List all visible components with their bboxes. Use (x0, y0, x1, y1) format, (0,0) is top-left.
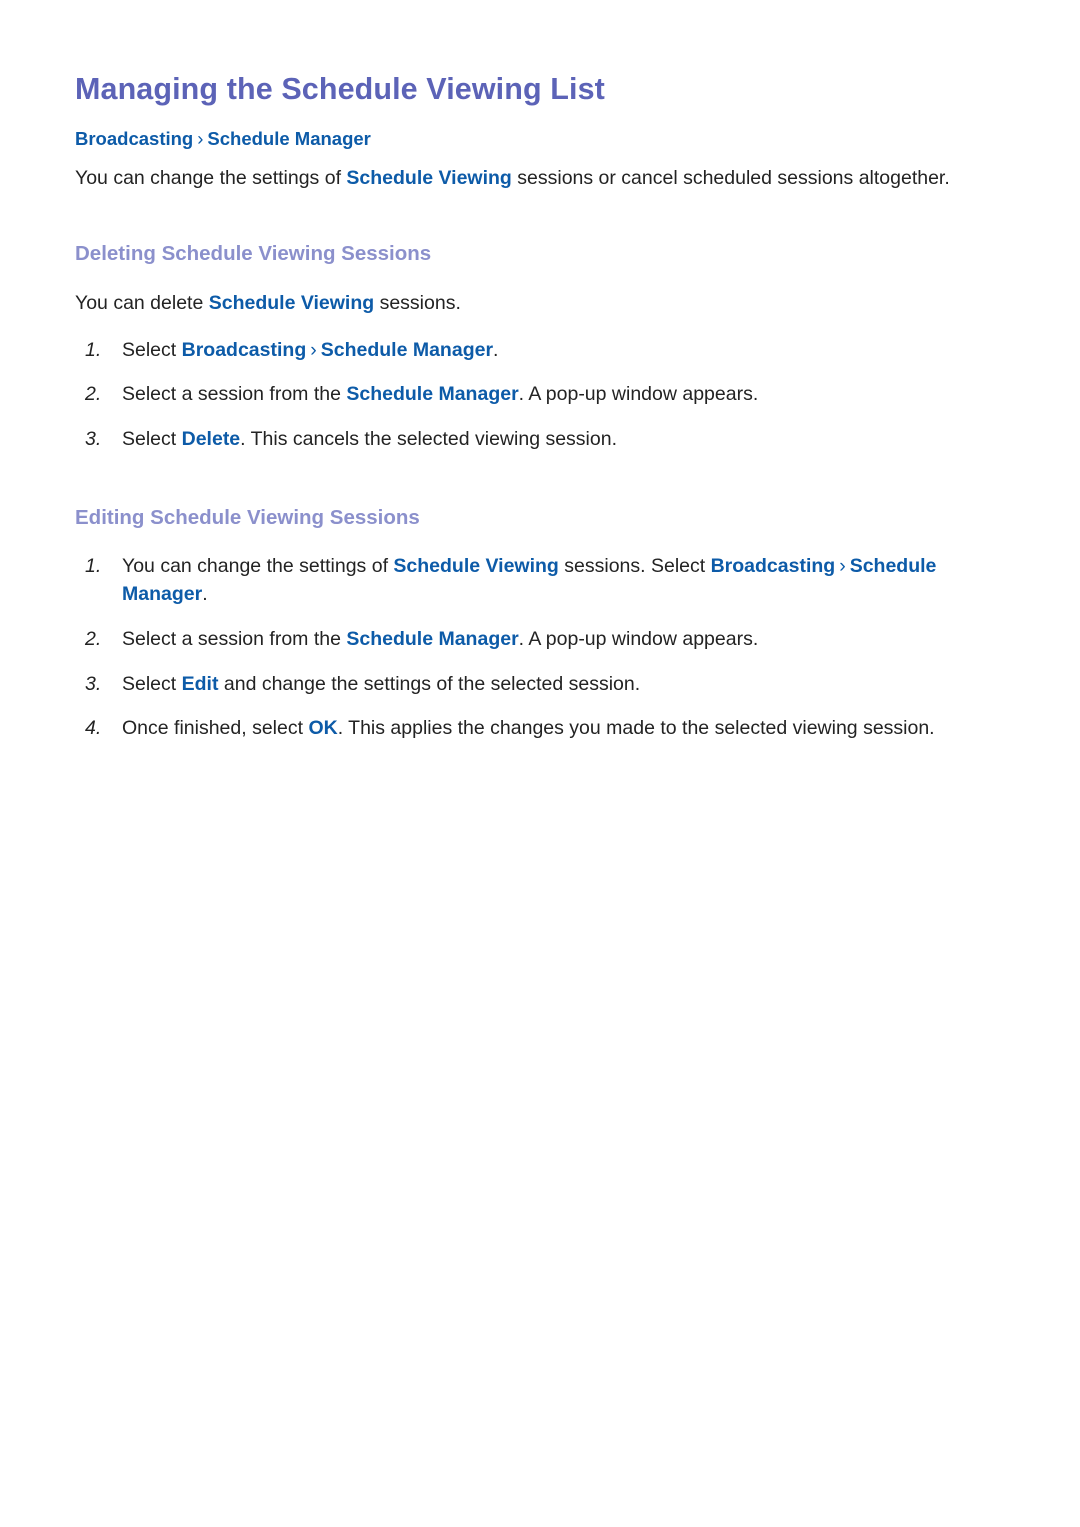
inline-text: . (493, 338, 499, 361)
inline-text: and change the settings of the selected … (218, 672, 641, 695)
list-item-text: Select a session from the Schedule Manag… (122, 626, 985, 654)
chevron-right-icon: › (310, 338, 317, 361)
list-item-number: 1. (85, 555, 102, 578)
inline-text: . (202, 583, 208, 606)
list-item-text: Select Broadcasting › Schedule Manager. (122, 337, 985, 365)
numbered-step-list: 1. Select Broadcasting › Schedule Manager. 2… (75, 337, 985, 454)
intro-text-before: You can change the settings of (75, 167, 347, 190)
inline-link[interactable]: Broadcasting (711, 555, 836, 577)
list-item-number: 2. (85, 627, 102, 650)
breadcrumb: Broadcasting › Schedule Manager (75, 127, 985, 151)
inline-link[interactable]: Schedule Manager (346, 383, 518, 405)
inline-text: Select (122, 428, 182, 451)
section-intro-link[interactable]: Schedule Viewing (209, 292, 374, 314)
intro-text-after: sessions or cancel scheduled sessions al… (511, 167, 950, 190)
list-item: 3. Select Edit and change the settings of… (75, 671, 985, 699)
inline-link[interactable]: Delete (182, 428, 241, 450)
list-item: 2. Select a session from the Schedule Man… (75, 381, 985, 409)
list-item: 2. Select a session from the Schedule Man… (75, 626, 985, 654)
inline-text: You can change the settings of (122, 555, 394, 578)
section-heading: Editing Schedule Viewing Sessions (75, 505, 420, 529)
inline-text: Select (122, 338, 182, 361)
sections-container: Deleting Schedule Viewing Sessions You ca… (75, 241, 985, 743)
breadcrumb-item-schedule-manager[interactable]: Schedule Manager (207, 128, 370, 149)
list-item: 1. You can change the settings of Schedul… (75, 553, 985, 608)
inline-link[interactable]: Schedule Manager (321, 339, 493, 361)
list-item-text: Select Delete. This cancels the selected… (122, 426, 985, 454)
section-intro-paragraph: You can delete Schedule Viewing sessions… (75, 290, 985, 318)
list-item-number: 1. (85, 338, 102, 361)
chevron-right-icon: › (839, 555, 846, 578)
list-item-text: Once finished, select OK. This applies t… (122, 715, 985, 743)
chevron-right-icon: › (197, 128, 204, 150)
breadcrumb-item-broadcasting[interactable]: Broadcasting (75, 128, 193, 149)
list-item-number: 4. (85, 717, 102, 740)
inline-text: Select a session from the (122, 383, 347, 406)
list-item-text: Select a session from the Schedule Manag… (122, 381, 985, 409)
intro-link-schedule-viewing[interactable]: Schedule Viewing (346, 167, 511, 189)
inline-text: Select a session from the (122, 627, 347, 650)
list-item-number: 3. (85, 428, 102, 451)
numbered-step-list: 1. You can change the settings of Schedul… (75, 553, 985, 742)
inline-text: . This applies the changes you made to t… (337, 717, 935, 740)
inline-text: sessions. Select (558, 555, 711, 578)
inline-link[interactable]: Schedule Manager (346, 628, 518, 650)
list-item-number: 3. (85, 672, 102, 695)
inline-text: Select (122, 672, 182, 695)
list-item: 3. Select Delete. This cancels the select… (75, 426, 985, 454)
section-intro-text-before: You can delete (75, 291, 209, 314)
inline-text: Once finished, select (122, 717, 309, 740)
inline-link[interactable]: Edit (182, 673, 219, 695)
list-item-number: 2. (85, 383, 102, 406)
list-item: 1. Select Broadcasting › Schedule Manager. (75, 337, 985, 365)
list-item: 4. Once finished, select OK. This applies… (75, 715, 985, 743)
inline-text: . A pop-up window appears. (518, 383, 759, 406)
inline-link[interactable]: OK (308, 717, 337, 739)
inline-link[interactable]: Broadcasting (182, 339, 307, 361)
list-item-text: You can change the settings of Schedule … (122, 553, 985, 608)
document-page: Managing the Schedule Viewing List Broad… (0, 0, 1080, 1527)
list-item-text: Select Edit and change the settings of t… (122, 671, 985, 699)
inline-link[interactable]: Schedule Viewing (393, 555, 558, 577)
inline-text: . A pop-up window appears. (518, 627, 759, 650)
section-heading: Deleting Schedule Viewing Sessions (75, 241, 432, 265)
document-content: Managing the Schedule Viewing List Broad… (75, 0, 985, 743)
page-title: Managing the Schedule Viewing List (75, 72, 605, 106)
section-intro-text-after: sessions. (374, 291, 461, 314)
inline-text: . This cancels the selected viewing sess… (240, 428, 617, 451)
intro-paragraph: You can change the settings of Schedule … (75, 165, 985, 193)
